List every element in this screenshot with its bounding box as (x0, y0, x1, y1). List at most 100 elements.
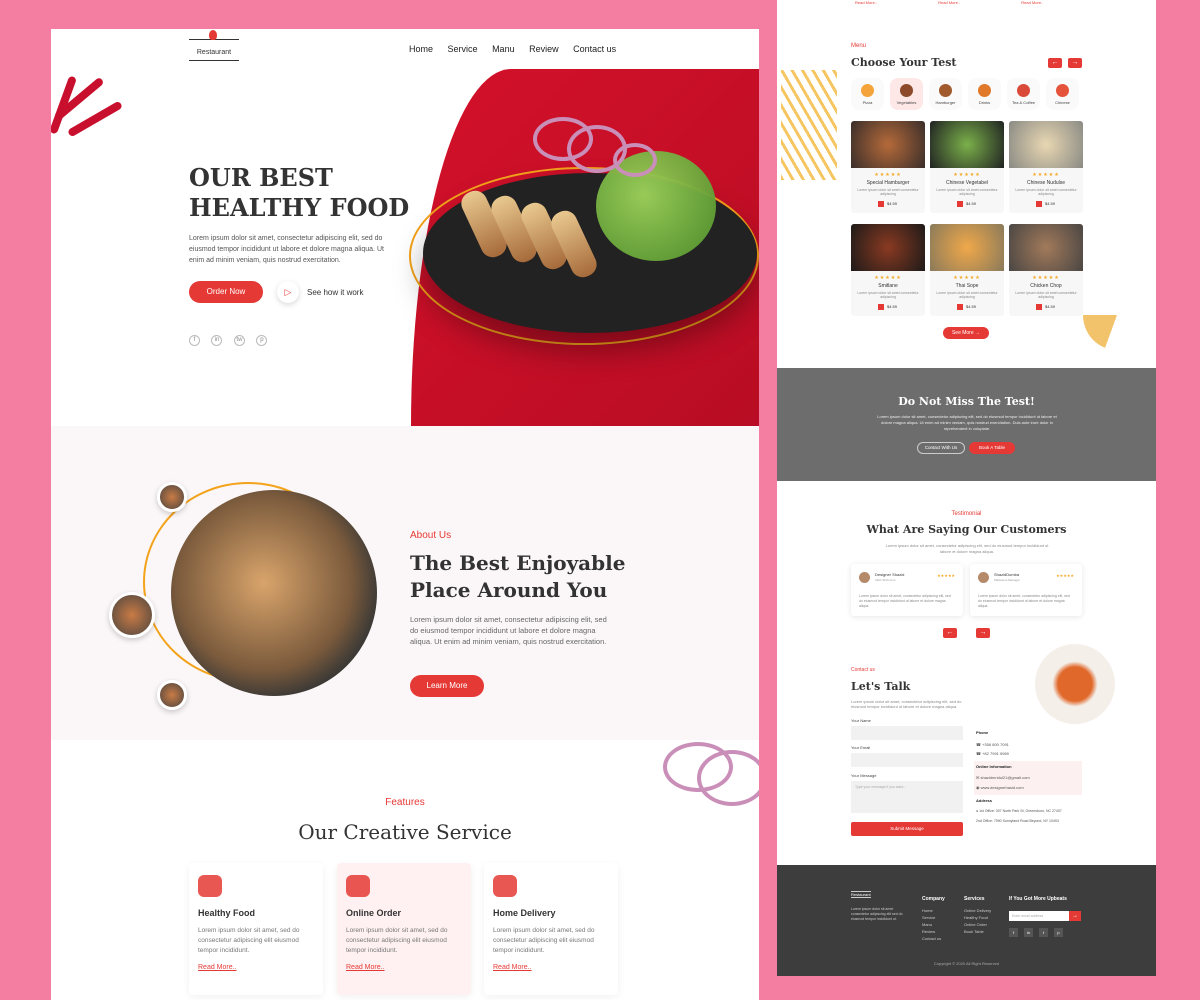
category-drinks[interactable]: Drinks (968, 78, 1001, 110)
features-label: Features (385, 797, 425, 808)
logo[interactable]: Restaurant (189, 30, 239, 61)
food-photo (1009, 224, 1083, 271)
email-input[interactable] (851, 753, 963, 767)
see-more-button[interactable]: See More → (943, 327, 989, 339)
twitter-icon[interactable]: tw (233, 335, 245, 346)
avatar (859, 572, 870, 583)
facebook-icon[interactable]: f (1009, 928, 1018, 937)
feature-card: Home Delivery Lorem ipsum dolor sit amet… (484, 863, 618, 995)
menu-title: Choose Your Test (851, 56, 957, 69)
name-input[interactable] (851, 726, 963, 740)
vegetables-icon (900, 84, 913, 97)
pinterest-icon[interactable]: p (1054, 928, 1063, 937)
review-text: Lorem ipsum dolor sit amet, consectetur … (978, 594, 1070, 608)
footer-logo[interactable]: Restaurant (851, 891, 871, 898)
menu-item-card[interactable]: ★★★★★ Special Hamburger Lorem ipsum dolo… (851, 121, 925, 213)
add-to-cart-icon[interactable] (1036, 304, 1042, 310)
read-more-link[interactable]: Read More.. (1021, 0, 1043, 5)
add-to-cart-icon[interactable] (1036, 201, 1042, 207)
promo-text: Lorem ipsum dolor sit amet, consectetur … (877, 414, 1057, 431)
top-read-more-links: Read More.. Read More.. Read More.. (855, 0, 1103, 5)
footer-link[interactable]: Healthy Food (964, 914, 991, 921)
footer-link[interactable]: Book Table (964, 928, 991, 935)
linkedin-icon[interactable]: in (211, 335, 223, 346)
menu-item-card[interactable]: ★★★★★ Smitlane Lorem ipsum dolor sit ame… (851, 224, 925, 316)
pinterest-icon[interactable]: p (256, 335, 268, 346)
promo-banner: Do Not Miss The Test! Lorem ipsum dolor … (777, 368, 1156, 481)
category-pizza[interactable]: Pizza (851, 78, 884, 110)
salad-bowl-image (171, 490, 377, 696)
services-heading: Services (964, 896, 985, 902)
features-section: Features Our Creative Service Healthy Fo… (51, 740, 759, 1000)
category-chinese[interactable]: Chinese (1046, 78, 1079, 110)
category-vegetables[interactable]: Vegetables (890, 78, 923, 110)
address-heading: Address (976, 798, 993, 803)
arrow-left-icon[interactable]: ← (943, 628, 957, 638)
footer-link[interactable]: Contact us (922, 935, 941, 942)
drinks-icon (978, 84, 991, 97)
read-more-link[interactable]: Read More.. (938, 0, 960, 5)
read-more-link[interactable]: Read More.. (198, 964, 237, 971)
play-icon[interactable]: ▷ (277, 281, 299, 303)
logo-text: Restaurant (196, 49, 232, 56)
rating-stars: ★★★★★ (1032, 275, 1060, 281)
book-table-button[interactable]: Book A Table (969, 442, 1015, 454)
nav-item-service[interactable]: Service (448, 44, 478, 54)
nav-item-home[interactable]: Home (409, 44, 433, 54)
add-to-cart-icon[interactable] (957, 201, 963, 207)
facebook-icon[interactable]: f (189, 335, 200, 346)
food-photo (851, 121, 925, 168)
order-now-button[interactable]: Order Now (189, 281, 263, 303)
phone-1: ☎ +356 800 7091 (976, 742, 1009, 747)
feature-card: Online Order Lorem ipsum dolor sit amet,… (337, 863, 471, 995)
learn-more-button[interactable]: Learn More (410, 675, 484, 697)
arrow-right-icon[interactable]: → (976, 628, 990, 638)
item-price: $4.59 (1036, 201, 1083, 207)
footer-link[interactable]: Manu (922, 921, 941, 928)
item-name: Chinese Nudulse (1026, 180, 1066, 186)
category-tea-coffee[interactable]: Tea & Coffee (1007, 78, 1040, 110)
item-name: Special Hamburger (866, 180, 910, 186)
read-more-link[interactable]: Read More.. (855, 0, 877, 5)
submit-message-button[interactable]: Submit Message (851, 822, 963, 836)
footer-link[interactable]: Online Delivery (964, 907, 991, 914)
item-desc: Lorem ipsum dolor sit amet consectetur a… (936, 188, 998, 196)
nav-item-contact[interactable]: Contact us (573, 44, 616, 54)
website[interactable]: ◉ www.designerhasid.com (976, 785, 1024, 790)
nav-item-menu[interactable]: Manu (492, 44, 515, 54)
about-text: Lorem ipsum dolor sit amet, consectetur … (410, 615, 607, 646)
rating-stars: ★★★★★ (953, 275, 981, 281)
email-1[interactable]: ✉ shazidmridul21@gmail.com (976, 775, 1030, 780)
category-hamburger[interactable]: Hamburger (929, 78, 962, 110)
menu-item-card[interactable]: ★★★★★ Chinese Vegetabel Lorem ipsum dolo… (930, 121, 1004, 213)
footer-link[interactable]: Service (922, 914, 941, 921)
see-how-link[interactable]: See how it work (307, 288, 363, 297)
menu-item-card[interactable]: ★★★★★ Chicken Chop Lorem ipsum dolor sit… (1009, 224, 1083, 316)
nav-item-review[interactable]: Review (529, 44, 559, 54)
footer-link[interactable]: Home (922, 907, 941, 914)
item-desc: Lorem ipsum dolor sit amet consectetur a… (857, 188, 919, 196)
add-to-cart-icon[interactable] (957, 304, 963, 310)
mini-dish-image (157, 680, 187, 710)
twitter-icon[interactable]: t (1039, 928, 1048, 937)
send-arrow-icon[interactable]: → (1069, 911, 1081, 921)
arrow-left-icon[interactable]: ← (1048, 58, 1062, 68)
feature-title: Home Delivery (493, 908, 556, 918)
menu-item-card[interactable]: ★★★★★ Thai Sope Lorem ipsum dolor sit am… (930, 224, 1004, 316)
testimonial-subtitle: Lorem ipsum dolor sit amet, consectetur … (885, 543, 1049, 554)
message-textarea[interactable]: Type your message if you want... (851, 781, 963, 813)
read-more-link[interactable]: Read More.. (493, 964, 532, 971)
menu-item-card[interactable]: ★★★★★ Chinese Nudulse Lorem ipsum dolor … (1009, 121, 1083, 213)
rating-stars: ★★★★★ (1032, 172, 1060, 178)
read-more-link[interactable]: Read More.. (346, 964, 385, 971)
landing-page-main: Restaurant Home Service Manu Review Cont… (51, 29, 759, 1000)
arrow-right-icon[interactable]: → (1068, 58, 1082, 68)
add-to-cart-icon[interactable] (878, 201, 884, 207)
add-to-cart-icon[interactable] (878, 304, 884, 310)
footer-link[interactable]: Online Order (964, 921, 991, 928)
feature-card: Healthy Food Lorem ipsum dolor sit amet,… (189, 863, 323, 995)
contact-with-us-button[interactable]: Contact With Us (917, 442, 965, 454)
contact-label: Contact us (851, 667, 875, 673)
linkedin-icon[interactable]: in (1024, 928, 1033, 937)
footer-link[interactable]: Review (922, 928, 941, 935)
